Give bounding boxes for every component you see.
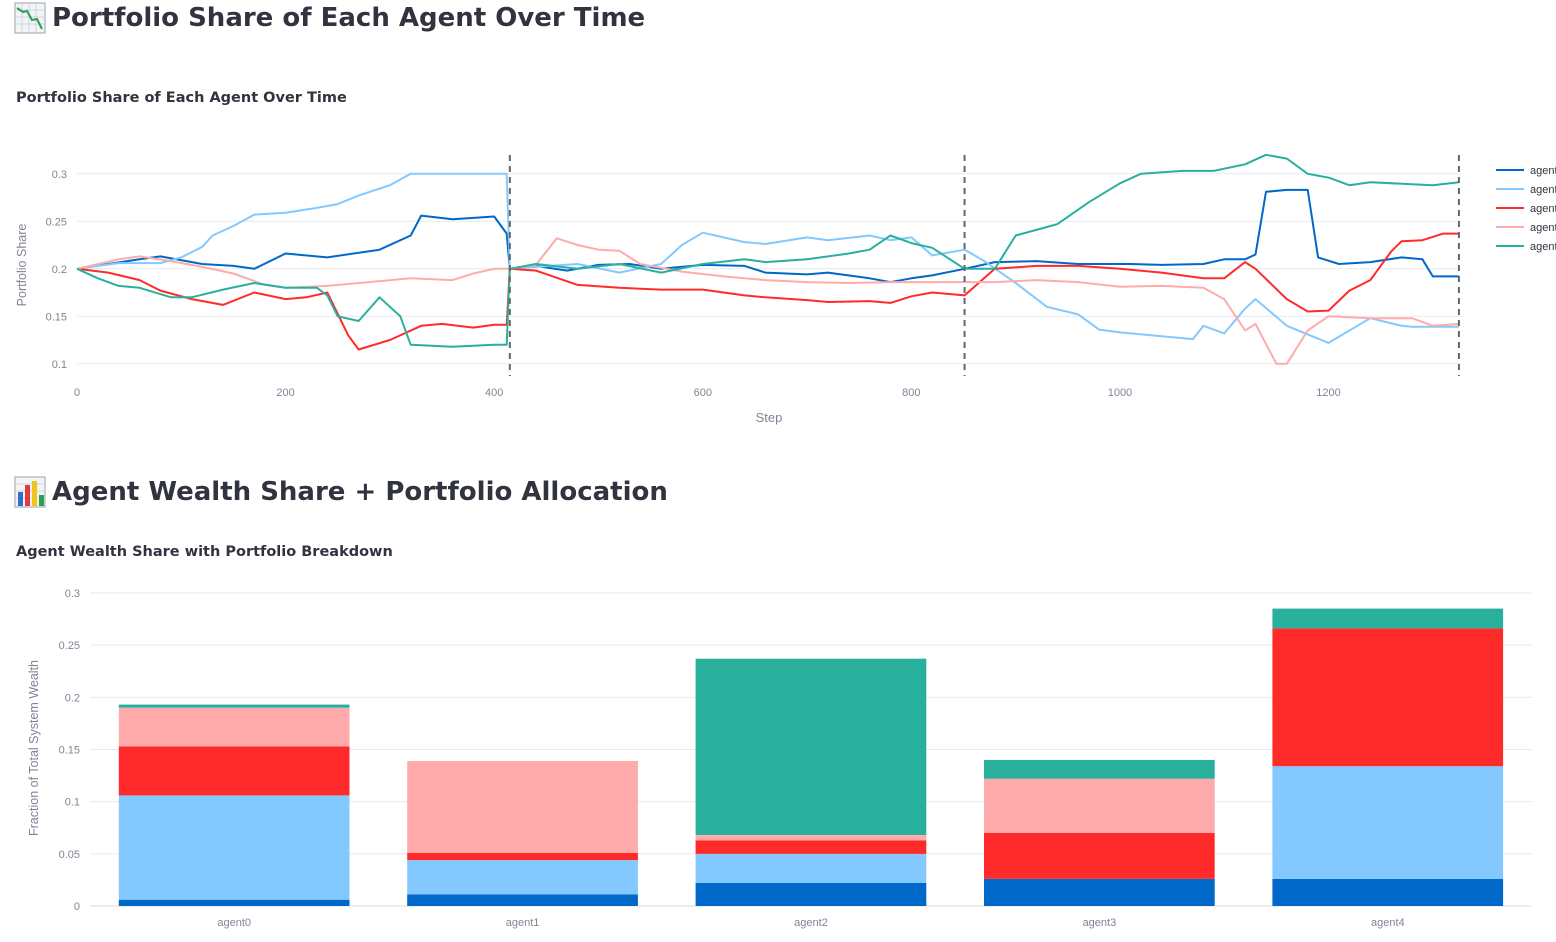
bar-chart-x-tick-label: agent4 (1371, 917, 1405, 929)
legend-label: agent (1530, 222, 1556, 234)
bar-chart-icon (14, 476, 46, 508)
legend-item-agent1[interactable]: agent (1496, 184, 1556, 196)
line-series-agent4 (76, 153, 1460, 348)
bar-segment-agent0-agent3 (118, 707, 350, 747)
bar-chart-y-ticks: 0 0.05 0.1 0.15 0.2 0.25 0.3 (59, 588, 80, 913)
bar-chart-y-tick-label: 0.2 (65, 692, 80, 704)
line-chart[interactable]: 0.10.150.20.250.3 0 200 400 600 800 1000 1200 … (0, 0, 1556, 440)
bar-segment-agent2-agent3 (695, 835, 927, 841)
line-series-agent2 (76, 232, 1459, 351)
line-chart-y-tick-label: 0.3 (52, 169, 67, 181)
bar-segment-agent4-agent1 (1272, 766, 1504, 879)
bar-segment-agent0-agent2 (118, 746, 350, 796)
bar-segment-agent4-agent4 (1272, 608, 1504, 629)
bar-segment-agent2-agent2 (695, 840, 927, 854)
bar-segment-agent4-agent2 (1272, 628, 1504, 767)
bar-chart-title: Agent Wealth Share with Portfolio Breakd… (16, 544, 393, 560)
bar-segment-agent2-agent4 (695, 658, 927, 835)
line-chart-x-tick-label: 600 (694, 387, 712, 399)
line-chart-legend[interactable]: agent agent agent agent agent (1496, 165, 1556, 253)
bar-chart-grid (90, 592, 1532, 907)
section-heading-bar: Agent Wealth Share + Portfolio Allocatio… (14, 476, 668, 508)
bar-chart-y-tick-label: 0.05 (59, 849, 80, 861)
bar-segment-agent0-agent1 (118, 795, 350, 900)
line-chart-x-tick-label: 1200 (1316, 387, 1340, 399)
line-chart-y-tick-label: 0.1 (52, 359, 67, 371)
bar-segment-agent4-agent0 (1272, 878, 1504, 906)
legend-label: agent (1530, 184, 1556, 196)
bar-chart-x-tick-label: agent1 (506, 917, 540, 929)
line-chart-y-tick-label: 0.15 (46, 311, 67, 323)
line-chart-series (76, 153, 1460, 365)
bar-segment-agent0-agent4 (118, 704, 350, 708)
line-chart-x-tick-label: 200 (276, 387, 294, 399)
legend-item-agent4[interactable]: agent (1496, 241, 1556, 253)
line-chart-y-tick-label: 0.25 (46, 216, 67, 228)
bar-segment-agent1-agent1 (407, 860, 638, 895)
line-series-agent1 (76, 172, 1459, 344)
line-chart-x-tick-label: 400 (485, 387, 503, 399)
line-chart-x-tick-label: 800 (902, 387, 920, 399)
bar-chart-y-tick-label: 0.3 (65, 588, 80, 600)
line-chart-y-tick-label: 0.2 (52, 264, 67, 276)
legend-item-agent0[interactable]: agent (1496, 165, 1556, 177)
bar-chart-y-tick-label: 0.25 (59, 640, 80, 652)
line-chart-x-ticks: 0 200 400 600 800 1000 1200 (74, 387, 1341, 399)
bar-chart-x-tick-label: agent3 (1083, 917, 1117, 929)
legend-item-agent3[interactable]: agent (1496, 222, 1556, 234)
bar-segment-agent1-agent2 (407, 852, 638, 861)
bar-segment-agent3-agent0 (984, 878, 1215, 906)
bar-chart-y-tick-label: 0.15 (59, 745, 80, 757)
line-chart-y-axis-label: Portfolio Share (15, 224, 29, 307)
bar-segment-agent1-agent0 (407, 894, 638, 906)
bar-segment-agent3-agent4 (984, 759, 1215, 779)
bar-segment-agent2-agent1 (695, 853, 927, 883)
bar-chart-x-ticks: agent0 agent1 agent2 agent3 agent4 (217, 917, 1404, 929)
line-chart-y-ticks: 0.1 0.15 0.2 0.25 0.3 (46, 169, 67, 371)
bar-segment-agent2-agent0 (695, 883, 927, 906)
bar-chart-y-axis-label: Fraction of Total System Wealth (27, 660, 41, 836)
bar-segment-agent3-agent3 (984, 778, 1215, 833)
bar-segment-agent1-agent3 (407, 761, 638, 853)
legend-item-agent2[interactable]: agent (1496, 203, 1556, 215)
bar-segment-agent0-agent0 (118, 899, 350, 906)
legend-label: agent (1530, 203, 1556, 215)
legend-label: agent (1530, 241, 1556, 253)
legend-label: agent (1530, 165, 1556, 177)
section-heading-text: Agent Wealth Share + Portfolio Allocatio… (52, 477, 668, 507)
bar-chart-x-tick-label: agent2 (794, 917, 828, 929)
bar-chart-y-tick-label: 0 (74, 901, 80, 913)
line-chart-x-axis-label: Step (756, 410, 783, 425)
bar-chart-x-tick-label: agent0 (217, 917, 251, 929)
line-chart-x-tick-label: 0 (74, 387, 80, 399)
bar-segment-agent3-agent2 (984, 833, 1215, 879)
bar-chart-bars (118, 608, 1504, 906)
line-chart-grid (77, 173, 1461, 365)
bar-chart-y-tick-label: 0.1 (65, 797, 80, 809)
line-chart-x-tick-label: 1000 (1108, 387, 1132, 399)
